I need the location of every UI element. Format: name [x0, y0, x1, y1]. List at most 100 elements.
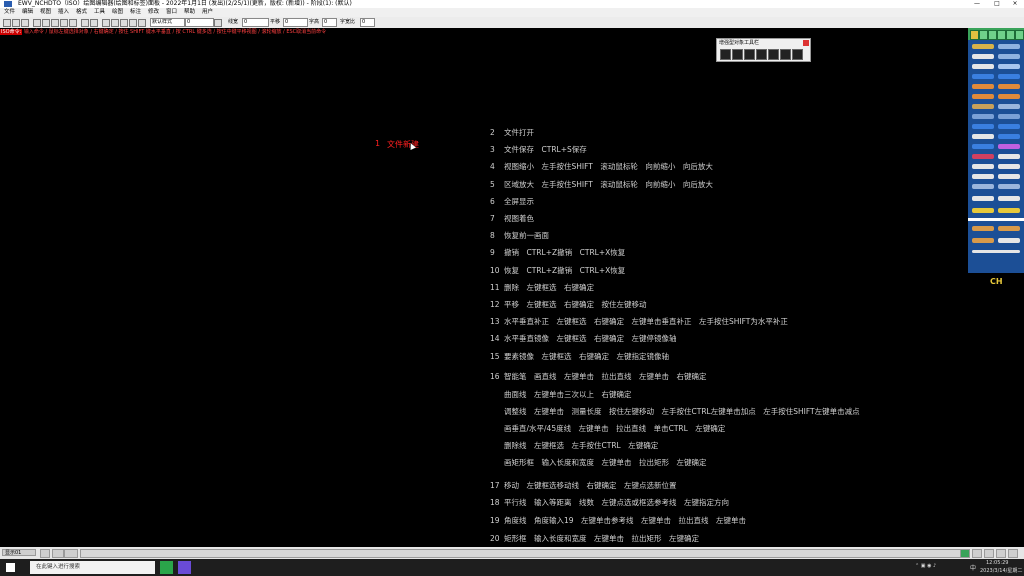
float-tool-icon[interactable]: [780, 49, 791, 60]
pattern-part-icon[interactable]: [972, 208, 994, 213]
pattern-part-icon[interactable]: [972, 226, 994, 231]
textheight-field[interactable]: 0: [322, 18, 337, 27]
float-tool-icon[interactable]: [732, 49, 743, 60]
float-tool-icon[interactable]: [792, 49, 803, 60]
menu-view[interactable]: 视图: [40, 8, 51, 17]
tray-icons[interactable]: ⌃ ▣ ◉ ♪: [915, 563, 936, 569]
drawing-canvas[interactable]: 1 文件新建 2 文件打开 3 文件保存 CTRL+S保存 4 视图缩小 左手按住SH…: [0, 37, 968, 547]
pattern-part-icon[interactable]: [998, 174, 1020, 179]
pattern-part-icon[interactable]: [998, 226, 1020, 231]
pattern-part-icon[interactable]: [998, 196, 1020, 201]
minimize-button[interactable]: —: [970, 0, 984, 8]
pattern-part-icon[interactable]: [998, 114, 1020, 119]
color-picker-icon[interactable]: [214, 19, 222, 27]
style-select[interactable]: 默认样式: [150, 18, 185, 27]
windows-start-icon[interactable]: [6, 563, 15, 572]
pattern-part-icon[interactable]: [998, 104, 1020, 109]
wechat-icon[interactable]: [160, 561, 173, 574]
open-file-icon[interactable]: [12, 19, 20, 27]
zoom-out-icon[interactable]: [33, 19, 41, 27]
pattern-part-icon[interactable]: [972, 114, 994, 119]
taskbar-time[interactable]: 12:05:29: [986, 560, 1008, 566]
redo-icon[interactable]: [90, 19, 98, 27]
pattern-part-icon[interactable]: [998, 44, 1020, 49]
zoom-window-icon[interactable]: [42, 19, 50, 27]
menu-file[interactable]: 文件: [4, 8, 15, 17]
new-file-icon[interactable]: [3, 19, 11, 27]
taskbar-search-input[interactable]: 在此键入进行搜索: [30, 561, 155, 574]
pattern-part-icon[interactable]: [972, 54, 994, 59]
tab-icon[interactable]: [1015, 30, 1024, 40]
pattern-part-icon[interactable]: [998, 238, 1020, 243]
pattern-part-icon[interactable]: [972, 164, 994, 169]
delete-icon[interactable]: [102, 19, 110, 27]
menu-insert[interactable]: 插入: [58, 8, 69, 17]
pattern-part-icon[interactable]: [972, 154, 994, 159]
pattern-part-icon[interactable]: [972, 104, 994, 109]
floating-toolbar[interactable]: 增强型对象工具栏: [716, 38, 811, 62]
textratio-field[interactable]: 0: [360, 18, 375, 27]
menu-draw[interactable]: 绘图: [112, 8, 123, 17]
pattern-part-icon[interactable]: [998, 134, 1020, 139]
menu-tools[interactable]: 工具: [94, 8, 105, 17]
pattern-part-icon[interactable]: [972, 44, 994, 49]
pattern-part-icon[interactable]: [972, 74, 994, 79]
pattern-part-icon[interactable]: [972, 174, 994, 179]
pattern-part-icon[interactable]: [998, 64, 1020, 69]
ime-indicator-taskbar[interactable]: 中: [970, 563, 976, 572]
status-icon[interactable]: [996, 549, 1006, 558]
pan-field[interactable]: 0: [283, 18, 308, 27]
menu-format[interactable]: 格式: [76, 8, 87, 17]
pattern-part-icon[interactable]: [998, 74, 1020, 79]
undo-icon[interactable]: [81, 19, 89, 27]
pattern-part-icon[interactable]: [972, 144, 994, 149]
pattern-part-icon[interactable]: [998, 84, 1020, 89]
menu-user[interactable]: 用户: [202, 8, 213, 17]
tab-icon[interactable]: [997, 30, 1006, 40]
tab-icon[interactable]: [988, 30, 997, 40]
pattern-part-icon[interactable]: [998, 184, 1020, 189]
float-tool-icon[interactable]: [744, 49, 755, 60]
menu-modify[interactable]: 修改: [148, 8, 159, 17]
status-icon[interactable]: [972, 549, 982, 558]
float-tool-icon[interactable]: [768, 49, 779, 60]
pattern-part-icon[interactable]: [972, 250, 1020, 253]
status-icon[interactable]: [960, 549, 970, 558]
pattern-part-icon[interactable]: [998, 124, 1020, 129]
cad-app-icon[interactable]: [178, 561, 191, 574]
maximize-button[interactable]: □: [990, 0, 1004, 8]
floating-close-icon[interactable]: [803, 40, 809, 46]
pattern-part-icon[interactable]: [972, 184, 994, 189]
mirror-icon[interactable]: [120, 19, 128, 27]
pattern-part-icon[interactable]: [998, 94, 1020, 99]
pattern-part-icon[interactable]: [972, 134, 994, 139]
prev-view-icon[interactable]: [69, 19, 77, 27]
menu-edit[interactable]: 编辑: [22, 8, 33, 17]
taskbar-date[interactable]: 2023/3/14/星期二: [980, 567, 1022, 574]
linewidth-field[interactable]: 0: [242, 18, 269, 27]
close-button[interactable]: ×: [1008, 0, 1022, 8]
move-icon[interactable]: [111, 19, 119, 27]
menu-help[interactable]: 帮助: [184, 8, 195, 17]
menu-dimension[interactable]: 标注: [130, 8, 141, 17]
pattern-part-icon[interactable]: [998, 208, 1020, 213]
float-tool-icon[interactable]: [720, 49, 731, 60]
pattern-part-icon[interactable]: [972, 64, 994, 69]
status-mode[interactable]: 显示01: [2, 549, 36, 556]
pattern-part-icon[interactable]: [972, 196, 994, 201]
menu-window[interactable]: 窗口: [166, 8, 177, 17]
status-icon[interactable]: [1008, 549, 1018, 558]
smart-pen-icon[interactable]: [129, 19, 137, 27]
tab-icon[interactable]: [979, 30, 988, 40]
float-tool-icon[interactable]: [756, 49, 767, 60]
parallel-icon[interactable]: [138, 19, 146, 27]
pattern-part-icon[interactable]: [998, 164, 1020, 169]
tab-icon[interactable]: [970, 30, 979, 40]
pattern-part-icon[interactable]: [998, 54, 1020, 59]
status-icon[interactable]: [984, 549, 994, 558]
color-field[interactable]: 0: [185, 18, 214, 27]
fit-screen-icon[interactable]: [51, 19, 59, 27]
pattern-part-icon[interactable]: [972, 238, 994, 243]
tab-icon[interactable]: [1006, 30, 1015, 40]
pattern-part-icon[interactable]: [998, 144, 1020, 149]
